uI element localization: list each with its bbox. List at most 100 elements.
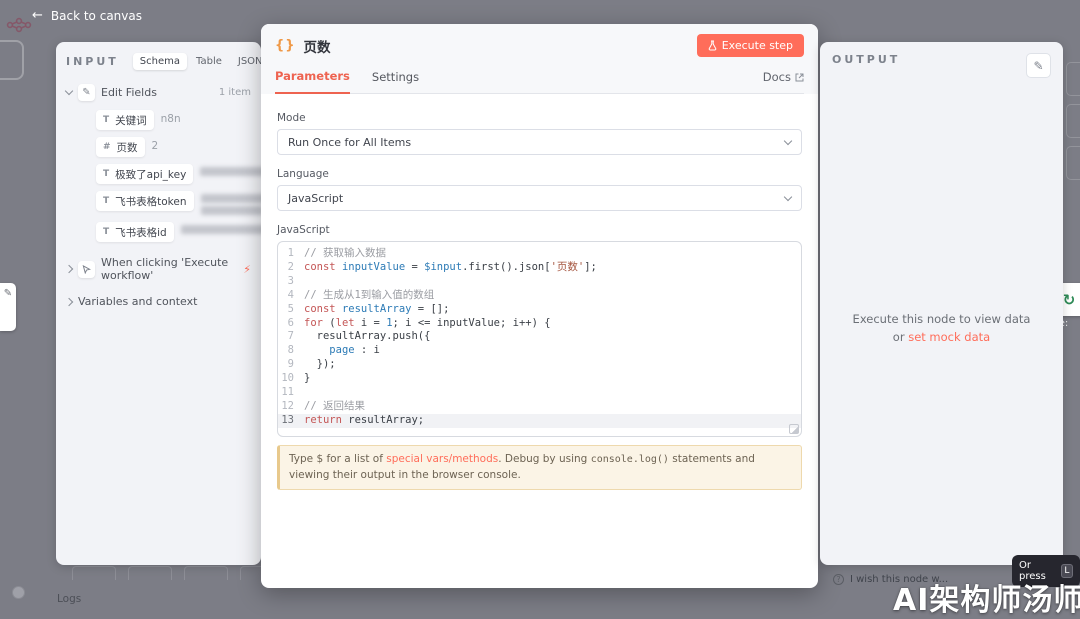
mode-select[interactable]: Run Once for All Items <box>277 129 802 155</box>
tree-node-edit-fields[interactable]: ✎ Edit Fields 1 item <box>66 84 251 101</box>
field-type-icon: # <box>103 142 111 152</box>
code-token: ]; <box>584 261 597 275</box>
code-token: page <box>329 344 354 358</box>
line-number: 2 <box>278 261 304 275</box>
code-token: = []; <box>411 303 449 317</box>
mode-label: Mode <box>277 112 802 124</box>
code-token <box>304 344 329 358</box>
field-value: 2 <box>152 140 159 152</box>
field-chip[interactable]: T飞书表格id <box>96 222 174 242</box>
field-chip[interactable]: # 页数 <box>96 137 145 157</box>
resize-grip-icon[interactable] <box>789 424 799 434</box>
line-number: 9 <box>278 358 304 372</box>
code-hint: Type $ for a list of special vars/method… <box>277 445 802 490</box>
field-row[interactable]: T飞书表格id <box>96 222 251 242</box>
field-name: 关键词 <box>115 113 147 128</box>
mode-value: Run Once for All Items <box>288 136 411 149</box>
back-to-canvas[interactable]: ← Back to canvas <box>32 8 142 23</box>
node-detail-view: {} 页数 Execute step Parameters Settings D… <box>261 24 818 588</box>
code-line[interactable]: 7 resultArray.push({ <box>278 330 801 344</box>
field-row[interactable]: T关键词n8n <box>96 110 251 130</box>
output-empty-state: Execute this node to view data or set mo… <box>820 310 1063 347</box>
code-line[interactable]: 3 <box>278 275 801 289</box>
output-panel-title: OUTPUT <box>832 53 900 66</box>
code-line[interactable]: 2const inputValue = $input.first().json[… <box>278 261 801 275</box>
hint-text: Type $ for a list of <box>289 453 386 465</box>
line-number: 3 <box>278 275 304 289</box>
language-select[interactable]: JavaScript <box>277 185 802 211</box>
code-line[interactable]: 13return resultArray; <box>278 414 801 428</box>
field-type-icon: T <box>103 169 109 179</box>
code-line[interactable]: 5const resultArray = []; <box>278 303 801 317</box>
items-count: 1 item <box>219 87 251 98</box>
code-token: const <box>304 261 342 275</box>
code-line[interactable]: 1// 获取输入数据 <box>278 247 801 261</box>
line-number: 8 <box>278 344 304 358</box>
field-row[interactable]: # 页数 2 <box>96 137 251 157</box>
code-line[interactable]: 6for (let i = 1; i <= inputValue; i++) { <box>278 317 801 331</box>
execute-step-button[interactable]: Execute step <box>697 34 804 57</box>
watermark: AI架构师汤师爷 <box>893 575 1080 619</box>
tree-node-label: Edit Fields <box>101 86 157 99</box>
n8n-logo-icon <box>6 16 32 34</box>
tree-node-variables[interactable]: Variables and context <box>66 295 251 308</box>
logs-toggle[interactable]: Logs <box>57 593 81 605</box>
field-name: 飞书表格id <box>115 225 167 240</box>
code-token: .first().json[ <box>462 261 551 275</box>
field-name: 页数 <box>117 140 138 155</box>
field-chip[interactable]: T关键词 <box>96 110 154 130</box>
back-label: Back to canvas <box>51 9 142 23</box>
refresh-icon: ↻ <box>1063 291 1076 309</box>
code-token: for <box>304 317 323 331</box>
avatar[interactable] <box>12 586 25 599</box>
code-token: inputValue <box>342 261 405 275</box>
code-line[interactable]: 8 page : i <box>278 344 801 358</box>
edit-output-button[interactable]: ✎ <box>1026 53 1051 78</box>
code-token: i = <box>355 317 387 331</box>
tree-node-label: When clicking 'Execute workflow' <box>101 256 237 282</box>
tab-schema[interactable]: Schema <box>133 53 187 70</box>
edit-fields-node-edge[interactable]: ✎ <box>0 283 16 331</box>
chevron-down-icon <box>784 192 792 200</box>
code-line[interactable]: 11 <box>278 386 801 400</box>
docs-link[interactable]: Docs <box>763 70 804 93</box>
field-name: 极致了api_key <box>115 167 186 182</box>
field-row[interactable]: T 极致了api_key <box>96 164 251 184</box>
ghost-node <box>128 566 172 580</box>
external-link-icon <box>795 73 804 82</box>
set-mock-data-link[interactable]: set mock data <box>908 330 990 344</box>
special-vars-link[interactable]: special vars/methods <box>386 453 498 465</box>
field-type-icon: T <box>103 196 109 206</box>
field-chip[interactable]: T 极致了api_key <box>96 164 193 184</box>
tab-settings[interactable]: Settings <box>372 70 419 93</box>
pencil-icon: ✎ <box>1033 59 1043 73</box>
code-token: resultArray <box>342 303 412 317</box>
field-row[interactable]: T飞书表格token <box>96 191 251 215</box>
code-token: : i <box>355 344 380 358</box>
code-line[interactable]: 12// 返回结果 <box>278 400 801 414</box>
ghost-node <box>1066 62 1080 96</box>
docs-label: Docs <box>763 70 791 84</box>
output-empty-text: Execute this node to view data <box>820 310 1063 328</box>
code-token: }); <box>304 358 336 372</box>
tab-parameters[interactable]: Parameters <box>275 69 350 94</box>
field-chip[interactable]: T飞书表格token <box>96 191 194 211</box>
chevron-right-icon[interactable] <box>65 265 73 273</box>
code-line[interactable]: 9 }); <box>278 358 801 372</box>
tab-table[interactable]: Table <box>189 53 229 70</box>
code-line[interactable]: 4// 生成从1到输入值的数组 <box>278 289 801 303</box>
line-number: 5 <box>278 303 304 317</box>
output-empty-or: or <box>893 330 908 344</box>
flask-icon <box>708 40 717 51</box>
pencil-icon: ✎ <box>78 84 95 101</box>
chevron-right-icon[interactable] <box>65 297 73 305</box>
code-editor[interactable]: 1// 获取输入数据2const inputValue = $input.fir… <box>277 241 802 437</box>
code-token: let <box>336 317 355 331</box>
tree-node-trigger[interactable]: When clicking 'Execute workflow' ⚡ <box>66 256 251 282</box>
cursor-icon <box>78 261 95 278</box>
chevron-down-icon[interactable] <box>65 87 73 95</box>
question-icon: ? <box>833 574 844 585</box>
line-number: 11 <box>278 386 304 400</box>
code-editor-label: JavaScript <box>277 224 802 236</box>
code-line[interactable]: 10} <box>278 372 801 386</box>
